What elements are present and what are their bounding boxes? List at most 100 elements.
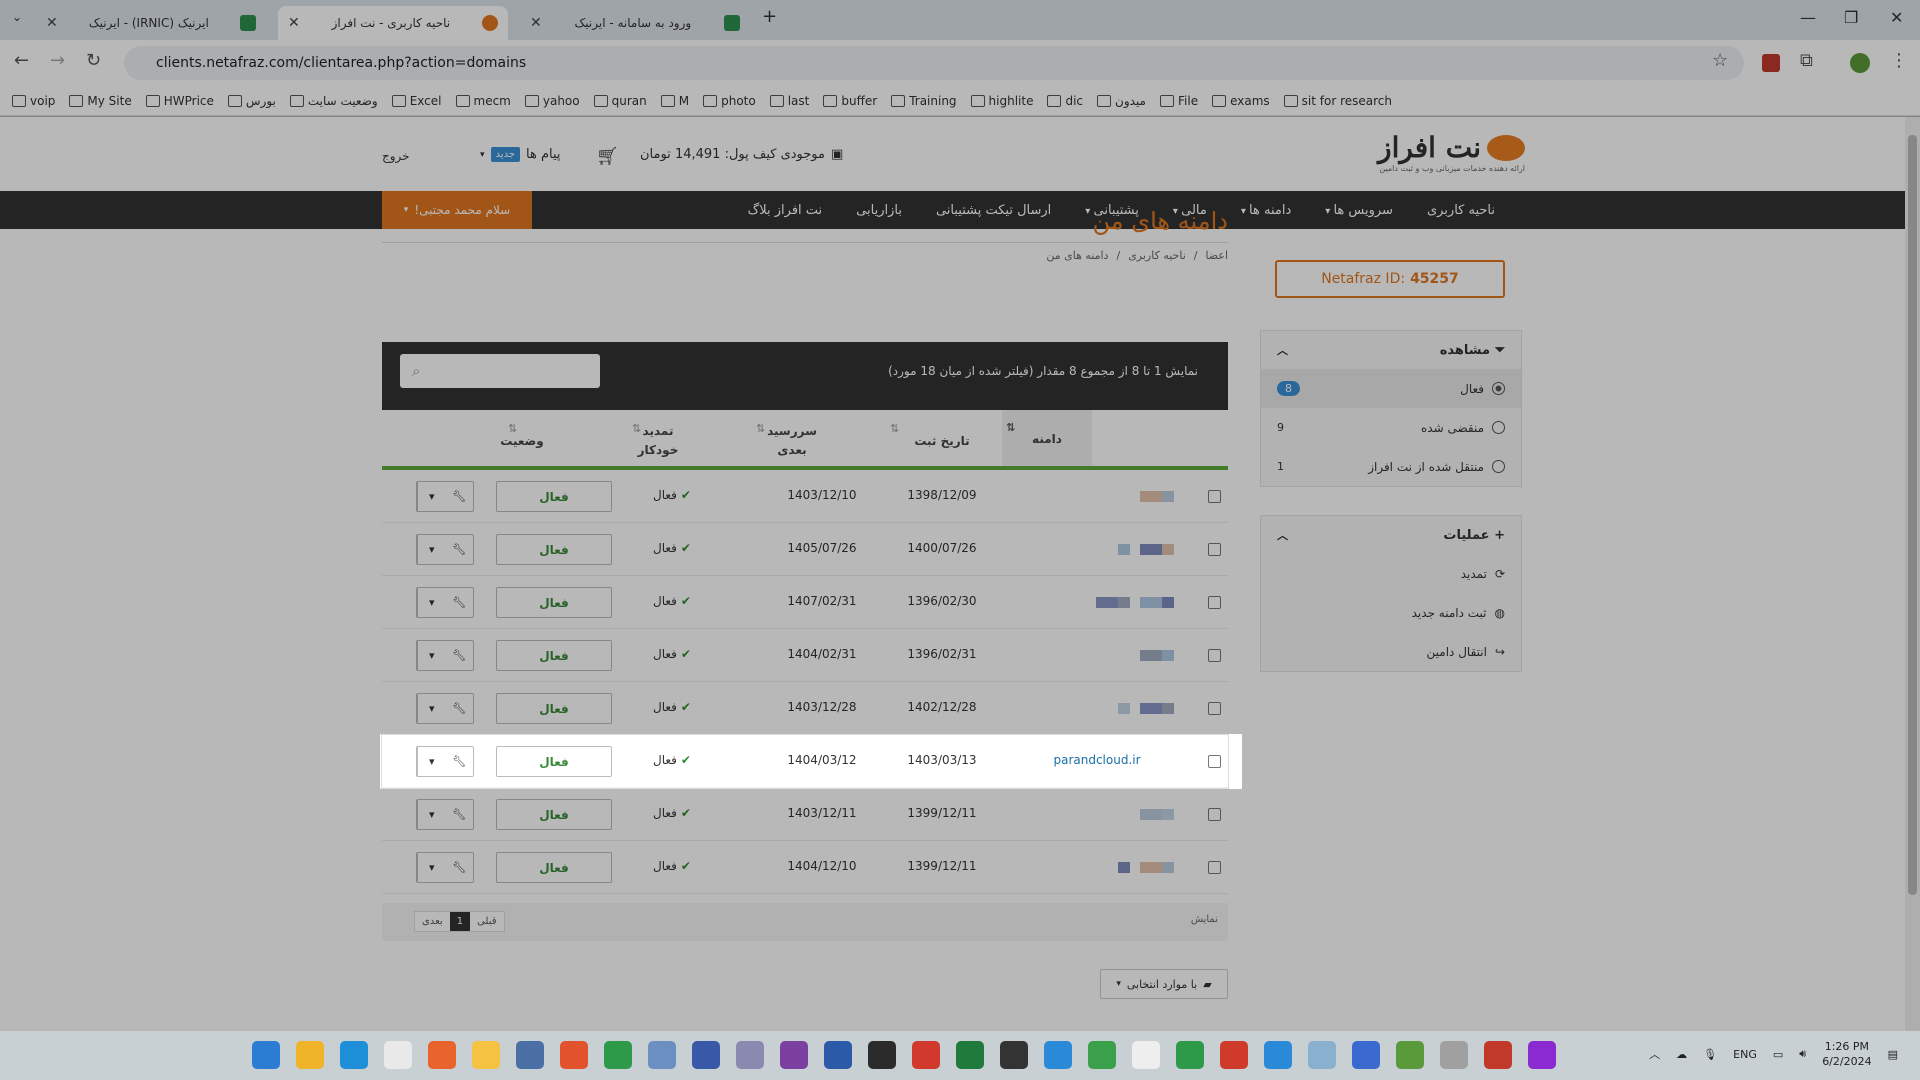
action-renew[interactable]: ⟳ تمدید (1261, 554, 1521, 593)
row-checkbox[interactable] (1208, 861, 1221, 874)
nav-item[interactable]: بازاریابی (856, 203, 902, 218)
col-domain[interactable]: ⇅ دامنه (1002, 410, 1092, 466)
bookmark-item[interactable]: sit for research (1283, 94, 1392, 108)
taskbar-app-icon[interactable] (1220, 1041, 1248, 1069)
col-auto-renew[interactable]: تمدید خودکار (632, 422, 684, 460)
logout-link[interactable]: خروج (382, 149, 410, 163)
bookmark-item[interactable]: quran (593, 94, 647, 108)
extension-icon[interactable] (1762, 54, 1780, 72)
status-button[interactable]: فعال (496, 852, 612, 883)
taskbar-app-icon[interactable] (384, 1041, 412, 1069)
taskbar-app-icon[interactable] (1308, 1041, 1336, 1069)
status-button[interactable]: فعال (496, 693, 612, 724)
wrench-icon[interactable]: 🔧︎ (446, 641, 474, 670)
view-filter-item[interactable]: منقضی شده 9 (1261, 408, 1521, 447)
taskbar-app-icon[interactable] (340, 1041, 368, 1069)
wrench-icon[interactable]: 🔧︎ (446, 482, 474, 511)
user-greeting-menu[interactable]: سلام محمد مجتبی! ▾ (382, 191, 532, 229)
status-button[interactable]: فعال (496, 481, 612, 512)
taskbar-app-icon[interactable] (560, 1041, 588, 1069)
bookmark-item[interactable]: File (1160, 94, 1198, 108)
taskbar-app-icon[interactable] (516, 1041, 544, 1069)
view-filter-item[interactable]: فعال 8 (1261, 369, 1521, 408)
wrench-icon[interactable]: 🔧︎ (446, 535, 474, 564)
row-checkbox[interactable] (1208, 702, 1221, 715)
wrench-icon[interactable]: 🔧︎ (446, 747, 474, 776)
cloud-icon[interactable]: ☁ (1676, 1048, 1687, 1061)
domain-link[interactable]: parandcloud.ir (1032, 753, 1162, 767)
taskbar-app-icon[interactable] (296, 1041, 324, 1069)
table-row[interactable]: 1400/07/26 1405/07/26 ✔فعال فعال ▾ 🔧︎ (382, 523, 1228, 576)
nav-item[interactable]: ارسال تیکت پشتیبانی (936, 203, 1051, 218)
close-window-icon[interactable]: ✕ (1890, 8, 1903, 27)
taskbar-app-icon[interactable] (1044, 1041, 1072, 1069)
dropdown-toggle[interactable]: ▾ (417, 800, 446, 829)
col-status[interactable]: وضعیت (492, 432, 552, 451)
tab-irnic[interactable]: ایرنیک (IRNIC) - ایرنیک ✕ (36, 6, 266, 40)
taskbar-app-icon[interactable] (472, 1041, 500, 1069)
monitor-icon[interactable]: ▭ (1773, 1048, 1783, 1061)
taskbar-app-icon[interactable] (780, 1041, 808, 1069)
close-icon[interactable]: ✕ (46, 15, 58, 31)
taskbar-app-icon[interactable] (692, 1041, 720, 1069)
bookmark-item[interactable]: میدون (1097, 94, 1146, 108)
taskbar-app-icon[interactable] (648, 1041, 676, 1069)
taskbar-app-icon[interactable] (1484, 1041, 1512, 1069)
volume-icon[interactable]: 🔊︎ (1799, 1047, 1806, 1061)
language-indicator[interactable]: ENG (1733, 1048, 1757, 1061)
dropdown-toggle[interactable]: ▾ (417, 641, 446, 670)
status-button[interactable]: فعال (496, 534, 612, 565)
forward-icon[interactable]: → (50, 50, 65, 71)
bookmark-item[interactable]: highlite (970, 94, 1033, 108)
taskbar-app-icon[interactable] (428, 1041, 456, 1069)
tab-irnic-login[interactable]: ورود به سامانه - ایرنیک ✕ (520, 6, 750, 40)
row-checkbox[interactable] (1208, 543, 1221, 556)
taskbar-app-icon[interactable] (736, 1041, 764, 1069)
bookmark-item[interactable]: M (660, 94, 689, 108)
taskbar-app-icon[interactable] (1440, 1041, 1468, 1069)
sort-icon[interactable]: ⇅ (890, 422, 899, 435)
action-register-domain[interactable]: ◍ ثبت دامنه جدید (1261, 593, 1521, 632)
col-next-due[interactable]: سررسید بعدی (762, 422, 822, 460)
chevron-up-icon[interactable]: ︿ (1649, 1046, 1660, 1062)
bookmark-item[interactable]: exams (1212, 94, 1270, 108)
bookmark-item[interactable]: buffer (823, 94, 877, 108)
dropdown-toggle[interactable]: ▾ (417, 694, 446, 723)
view-panel-header[interactable]: ⏷ مشاهده ︿ (1261, 331, 1521, 369)
table-row[interactable]: 1398/12/09 1403/12/10 ✔فعال فعال ▾ 🔧︎ (382, 470, 1228, 523)
table-row[interactable]: 1399/12/11 1403/12/11 ✔فعال فعال ▾ 🔧︎ (382, 788, 1228, 841)
close-icon[interactable]: ✕ (288, 15, 300, 31)
pager-next[interactable]: بعدی (415, 912, 450, 931)
status-button[interactable]: فعال (496, 799, 612, 830)
table-search-input[interactable]: ⌕ (400, 354, 600, 388)
bookmark-item[interactable]: Training (891, 94, 957, 108)
taskbar-app-icon[interactable] (1000, 1041, 1028, 1069)
status-button[interactable]: فعال (496, 640, 612, 671)
nav-item[interactable]: نت افراز بلاگ (748, 203, 823, 218)
nav-item[interactable]: ناحیه کاربری (1427, 203, 1495, 218)
table-row[interactable]: 1399/12/11 1404/12/10 ✔فعال فعال ▾ 🔧︎ (382, 841, 1228, 894)
tab-search-icon[interactable]: ⌄ (12, 10, 22, 24)
pager-page-1[interactable]: 1 (449, 912, 471, 931)
bookmark-item[interactable]: My Site (69, 94, 132, 108)
actions-panel-header[interactable]: + عملیات ︿ (1261, 516, 1521, 554)
mic-icon[interactable]: 🎙︎ (1703, 1048, 1717, 1061)
view-filter-item[interactable]: منتقل شده از نت افراز 1 (1261, 447, 1521, 486)
taskbar-app-icon[interactable] (956, 1041, 984, 1069)
row-checkbox[interactable] (1208, 596, 1221, 609)
restore-icon[interactable]: ❐ (1844, 8, 1858, 27)
dropdown-toggle[interactable]: ▾ (417, 482, 446, 511)
bookmark-item[interactable]: Excel (391, 94, 442, 108)
row-checkbox[interactable] (1208, 808, 1221, 821)
nav-item[interactable]: دامنه ها (1241, 203, 1291, 218)
row-checkbox[interactable] (1208, 490, 1221, 503)
address-bar[interactable]: clients.netafraz.com/clientarea.php?acti… (124, 46, 1744, 80)
clock[interactable]: 1:26 PM 6/2/2024 (1822, 1039, 1871, 1069)
status-button[interactable]: فعال (496, 746, 612, 777)
nav-item[interactable]: سرویس ها (1325, 203, 1392, 218)
bookmark-item[interactable]: last (769, 94, 809, 108)
taskbar-app-icon[interactable] (604, 1041, 632, 1069)
wrench-icon[interactable]: 🔧︎ (446, 800, 474, 829)
dropdown-toggle[interactable]: ▾ (417, 747, 446, 776)
messages-menu[interactable]: پیام ها جدید ▾ (480, 147, 561, 162)
